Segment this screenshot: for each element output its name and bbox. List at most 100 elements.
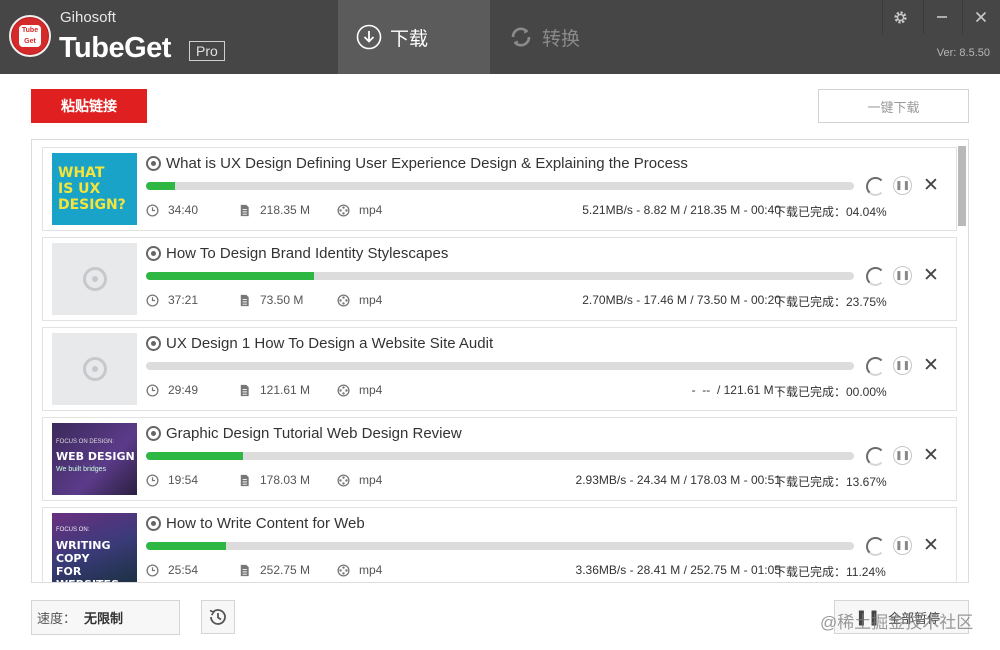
download-item: FOCUS ON: WRITING COPY FOR WEBSITES How …	[42, 507, 957, 582]
remove-item-button[interactable]: ✕	[921, 535, 941, 555]
video-title-row: Graphic Design Tutorial Web Design Revie…	[146, 425, 462, 442]
transfer-info: - -- / 121.61 M -	[691, 383, 781, 397]
film-reel-icon	[146, 516, 161, 531]
minimize-icon	[936, 16, 947, 18]
duration: 29:49	[146, 383, 198, 397]
convert-sync-icon	[511, 27, 531, 47]
logo-text-bottom: Get	[24, 38, 36, 45]
version-label: Ver: 8.5.50	[936, 47, 990, 59]
edition-badge: Pro	[189, 41, 225, 61]
history-icon	[209, 609, 226, 625]
minimize-button[interactable]	[923, 0, 959, 34]
remove-item-button[interactable]: ✕	[921, 265, 941, 285]
progress-bar	[146, 362, 854, 370]
loading-spinner-icon	[866, 537, 885, 556]
document-icon	[240, 204, 249, 216]
film-reel-icon	[146, 426, 161, 441]
document-icon	[240, 384, 249, 396]
thumbnail-caption: WHAT IS UX DESIGN?	[58, 165, 126, 213]
film-reel-icon	[82, 267, 107, 291]
tab-convert[interactable]: 转换	[490, 0, 640, 74]
video-thumbnail-placeholder	[52, 243, 137, 315]
remove-item-button[interactable]: ✕	[921, 355, 941, 375]
paste-link-button[interactable]: 粘贴链接	[31, 89, 147, 123]
pause-button[interactable]: ❚❚	[893, 176, 912, 195]
file-format: mp4	[337, 203, 382, 217]
video-title: Graphic Design Tutorial Web Design Revie…	[166, 425, 462, 442]
remove-item-button[interactable]: ✕	[921, 175, 941, 195]
title-bar: Tube Get Gihosoft TubeGet Pro 下载 转换 Ver:…	[0, 0, 1000, 74]
document-icon	[240, 474, 249, 486]
speed-label: 速度：	[37, 611, 77, 626]
document-icon	[240, 294, 249, 306]
progress-fill	[146, 542, 226, 550]
clock-icon	[146, 473, 159, 487]
film-reel-icon	[82, 357, 107, 381]
file-format: mp4	[337, 473, 382, 487]
pause-button[interactable]: ❚❚	[893, 266, 912, 285]
video-title: What is UX Design Defining User Experien…	[166, 155, 688, 172]
duration: 25:54	[146, 563, 198, 577]
video-title: How to Write Content for Web	[166, 515, 365, 532]
app-logo: Tube Get	[9, 15, 51, 57]
progress-bar	[146, 452, 854, 460]
settings-button[interactable]	[882, 0, 918, 34]
progress-fill	[146, 452, 243, 460]
progress-bar	[146, 542, 854, 550]
file-size: 252.75 M	[238, 563, 310, 577]
tab-download-label: 下载	[390, 28, 429, 50]
completion-status: 下载已完成：13.67%	[774, 475, 887, 489]
pause-button[interactable]: ❚❚	[893, 446, 912, 465]
file-size: 178.03 M	[238, 473, 310, 487]
progress-bar	[146, 182, 854, 190]
watermark: @稀土掘金技术社区	[820, 613, 974, 632]
document-icon	[240, 564, 249, 576]
loading-spinner-icon	[866, 267, 885, 286]
file-format: mp4	[337, 383, 382, 397]
logo-mark: Tube Get	[19, 25, 41, 47]
video-thumbnail: FOCUS ON DESIGN: WEB DESIGN We built bri…	[52, 423, 137, 495]
tab-download[interactable]: 下载	[338, 0, 490, 74]
scrollbar-thumb[interactable]	[958, 146, 966, 226]
completion-status: 下载已完成：11.24%	[774, 565, 886, 579]
duration: 34:40	[146, 203, 198, 217]
brand-company: Gihosoft	[60, 9, 116, 26]
transfer-info: 3.36MB/s - 28.41 M / 252.75 M - 01:05	[575, 563, 781, 577]
clock-icon	[146, 203, 159, 217]
loading-spinner-icon	[866, 447, 885, 466]
clock-icon	[146, 563, 159, 577]
transfer-info: 2.70MB/s - 17.46 M / 73.50 M - 00:20	[582, 293, 781, 307]
history-button[interactable]	[201, 600, 235, 634]
download-item: UX Design 1 How To Design a Website Site…	[42, 327, 957, 411]
clock-icon	[146, 293, 159, 307]
film-reel-icon	[337, 293, 350, 307]
video-thumbnail-placeholder	[52, 333, 137, 405]
loading-spinner-icon	[866, 357, 885, 376]
video-thumbnail: FOCUS ON: WRITING COPY FOR WEBSITES	[52, 513, 137, 582]
file-size: 121.61 M	[238, 383, 310, 397]
completion-status: 下载已完成：04.04%	[774, 205, 887, 219]
tab-convert-label: 转换	[542, 28, 581, 50]
download-item: FOCUS ON DESIGN: WEB DESIGN We built bri…	[42, 417, 957, 501]
progress-fill	[146, 182, 175, 190]
speed-limit-selector[interactable]: 速度： 无限制	[31, 600, 180, 635]
pause-button[interactable]: ❚❚	[893, 536, 912, 555]
film-reel-icon	[146, 336, 161, 351]
video-title-row: What is UX Design Defining User Experien…	[146, 155, 688, 172]
remove-item-button[interactable]: ✕	[921, 445, 941, 465]
download-circle-icon	[356, 24, 382, 50]
transfer-info: 5.21MB/s - 8.82 M / 218.35 M - 00:40	[582, 203, 781, 217]
download-item: WHAT IS UX DESIGN? What is UX Design Def…	[42, 147, 957, 231]
pause-button[interactable]: ❚❚	[893, 356, 912, 375]
download-all-button[interactable]: 一键下载	[818, 89, 969, 123]
brand-product: TubeGet	[59, 32, 171, 64]
close-icon	[975, 11, 986, 23]
video-title-row: How to Write Content for Web	[146, 515, 365, 532]
video-title: How To Design Brand Identity Stylescapes	[166, 245, 449, 262]
video-title: UX Design 1 How To Design a Website Site…	[166, 335, 494, 352]
duration: 37:21	[146, 293, 198, 307]
download-item: How To Design Brand Identity Stylescapes…	[42, 237, 957, 321]
file-size: 73.50 M	[238, 293, 303, 307]
window-close-button[interactable]	[962, 0, 998, 34]
file-format: mp4	[337, 563, 382, 577]
